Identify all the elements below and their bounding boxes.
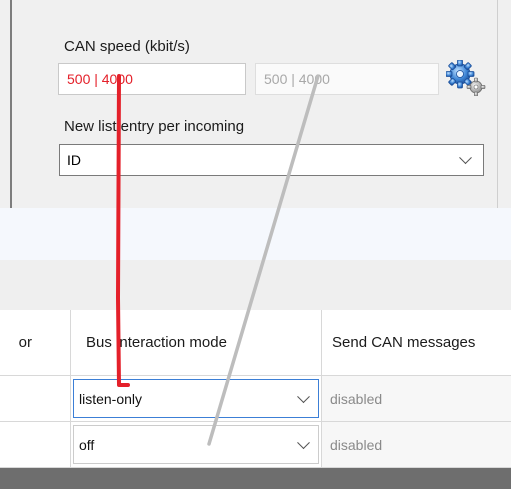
column-header-partial[interactable]: or — [0, 310, 71, 376]
bus-mode-value: off — [79, 437, 95, 453]
chevron-down-icon — [459, 151, 472, 165]
info-band — [0, 208, 511, 260]
column-header-bus-interaction-mode[interactable]: Bus interaction mode — [71, 310, 322, 376]
send-can-value: disabled — [330, 391, 383, 407]
table-row-2-first-cell — [0, 422, 71, 468]
bus-mode-value: listen-only — [79, 391, 143, 407]
channel-table: or Bus interaction mode Send CAN message… — [0, 310, 511, 468]
chevron-down-icon — [297, 389, 310, 403]
new-list-entry-select[interactable]: ID — [59, 144, 484, 176]
send-can-cell-row-1: disabled — [322, 376, 511, 422]
can-speed-secondary-input: 500 | 4000 — [255, 63, 439, 95]
column-header-send-can-messages[interactable]: Send CAN messages — [322, 310, 511, 376]
gear-icon[interactable] — [446, 60, 486, 96]
send-can-cell-row-2: disabled — [322, 422, 511, 468]
new-list-entry-label: New list entry per incoming — [64, 118, 245, 135]
new-list-entry-value: ID — [67, 152, 81, 168]
panel-right-border — [497, 0, 498, 208]
bus-mode-select-row-2[interactable]: off — [73, 425, 319, 464]
can-speed-input[interactable]: 500 | 4000 — [58, 63, 246, 95]
panel-left-border — [10, 0, 12, 208]
toolbar-band — [0, 260, 511, 310]
bus-mode-select-row-1[interactable]: listen-only — [73, 379, 319, 418]
can-speed-label: CAN speed (kbit/s) — [64, 38, 190, 55]
table-row: listen-only — [71, 376, 322, 422]
send-can-value: disabled — [330, 437, 383, 453]
settings-panel — [0, 0, 511, 208]
chevron-down-icon — [297, 435, 310, 449]
table-row: off — [71, 422, 322, 468]
table-row-1-first-cell — [0, 376, 71, 422]
horizontal-scrollbar[interactable] — [0, 468, 511, 489]
